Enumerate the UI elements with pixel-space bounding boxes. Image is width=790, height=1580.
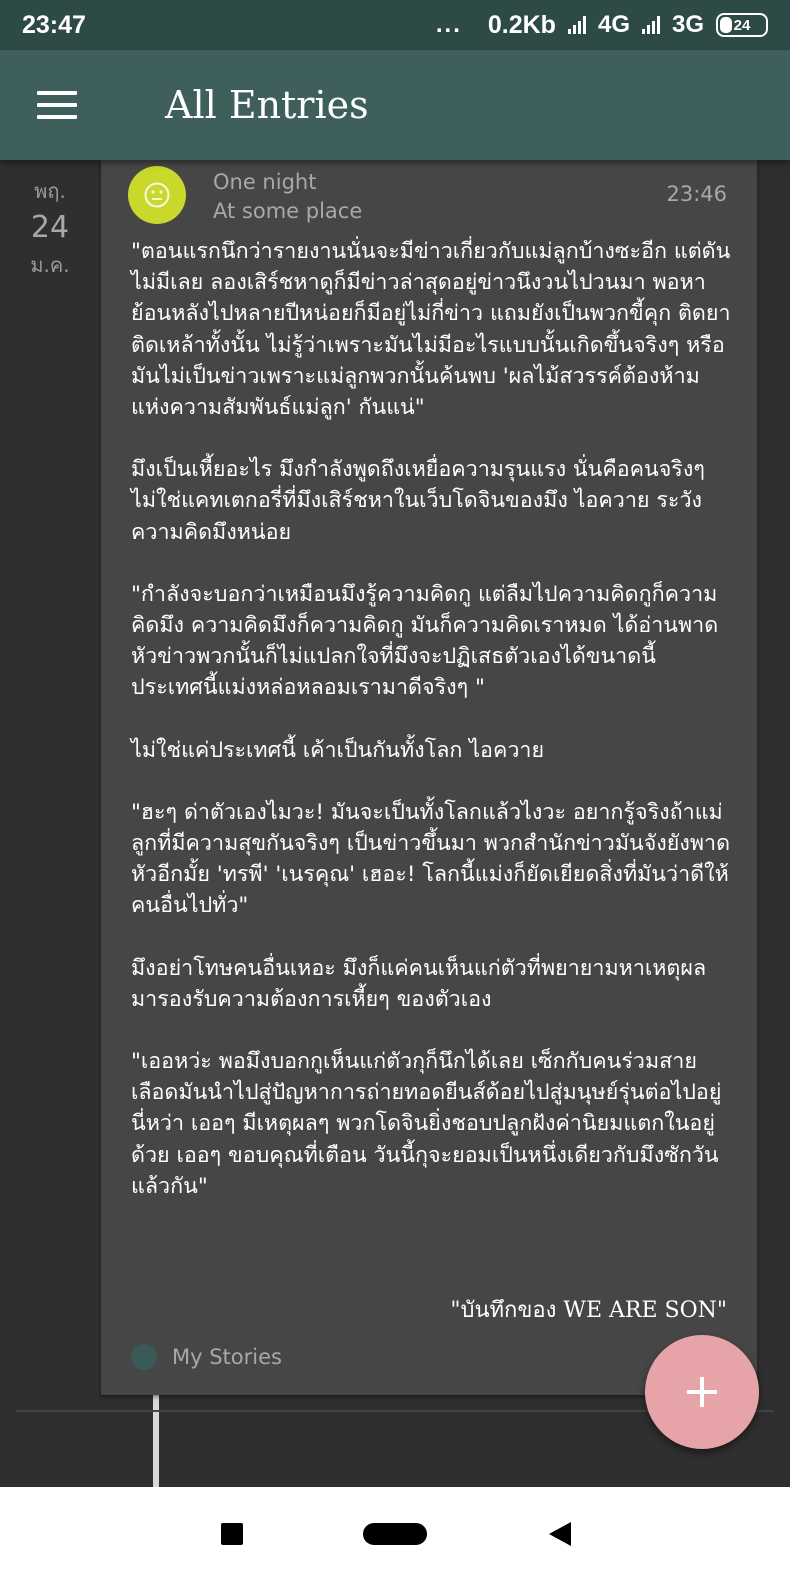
network-2-label: 3G <box>671 11 704 38</box>
entry-paragraph: "ฮะๆ ด่าตัวเองไมวะ! มันจะเป็นทั้งโลกแล้ว… <box>131 799 731 919</box>
entry-location: At some place <box>213 199 363 223</box>
entry-paragraph: ไม่ใช่แค่ประเทศนี้ เค้าเป็นกันทั้งโลก ไอ… <box>131 737 545 763</box>
status-time: 23:47 <box>22 10 86 39</box>
hamburger-menu-icon[interactable] <box>37 91 77 119</box>
data-rate: 0.2Kb <box>487 10 556 39</box>
recent-apps-button[interactable] <box>200 1487 264 1580</box>
plus-icon <box>687 1377 717 1407</box>
entry-body: "ตอนแรกนึกว่ารายงานนั่นจะมีข่าวเกี่ยวกับ… <box>131 236 731 1233</box>
date-month: ม.ค. <box>30 253 70 277</box>
battery-level: 24 <box>733 16 751 34</box>
status-more-dots: ... <box>435 11 462 38</box>
entry-tag[interactable]: My Stories <box>131 1344 282 1370</box>
date-day: 24 <box>30 210 70 245</box>
entry-paragraph: "เออหว่ะ พอมึงบอกกูเห็นแก่ตัวกุก็นึกได้เ… <box>131 1049 722 1199</box>
entry-date: พฤ. 24 ม.ค. <box>10 176 90 280</box>
navigation-bar <box>0 1487 790 1580</box>
triangle-back-icon <box>549 1521 571 1546</box>
signal-2-icon <box>641 16 660 34</box>
entries-list[interactable]: พฤ. 24 ม.ค. One night At some place 23:4… <box>0 160 790 1487</box>
entry-card[interactable]: One night At some place 23:46 "ตอนแรกนึก… <box>101 160 757 1395</box>
page-title: All Entries <box>165 83 369 127</box>
entry-paragraph: "ตอนแรกนึกว่ารายงานนั่นจะมีข่าวเกี่ยวกับ… <box>131 239 731 421</box>
app-bar: All Entries <box>0 50 790 160</box>
back-button[interactable] <box>530 1487 590 1580</box>
entry-signature: "บันทึกของ WE ARE SON" <box>450 1298 727 1323</box>
signal-1-icon <box>567 16 586 34</box>
tag-color-dot-icon <box>131 1344 157 1370</box>
entry-time: 23:46 <box>666 182 727 206</box>
entry-paragraph: มึงอย่าโทษคนอื่นเหอะ มึงก็แค่คนเห็นแก่ตั… <box>131 955 707 1012</box>
square-recent-apps-icon <box>221 1522 243 1545</box>
neutral-face-icon[interactable] <box>128 166 186 224</box>
network-1-label: 4G <box>597 11 630 38</box>
pill-home-icon <box>363 1522 427 1545</box>
date-day-of-week: พฤ. <box>34 179 66 203</box>
tag-label: My Stories <box>172 1345 282 1369</box>
entry-title: One night <box>213 170 317 194</box>
home-button[interactable] <box>345 1487 445 1580</box>
status-bar: 23:47 ... 0.2Kb 4G 3G 24 <box>0 0 790 50</box>
entry-paragraph: มึงเป็นเหี้ยอะไร มึงกำลังพูดถึงเหยื่อควา… <box>131 457 705 545</box>
battery-icon: 24 <box>716 13 768 37</box>
add-entry-button[interactable] <box>645 1335 759 1449</box>
entry-paragraph: "กำลังจะบอกว่าเหมือนมึงรู้ความคิดกู แต่ล… <box>131 581 719 701</box>
status-indicators: ... 0.2Kb 4G 3G 24 <box>436 11 768 40</box>
